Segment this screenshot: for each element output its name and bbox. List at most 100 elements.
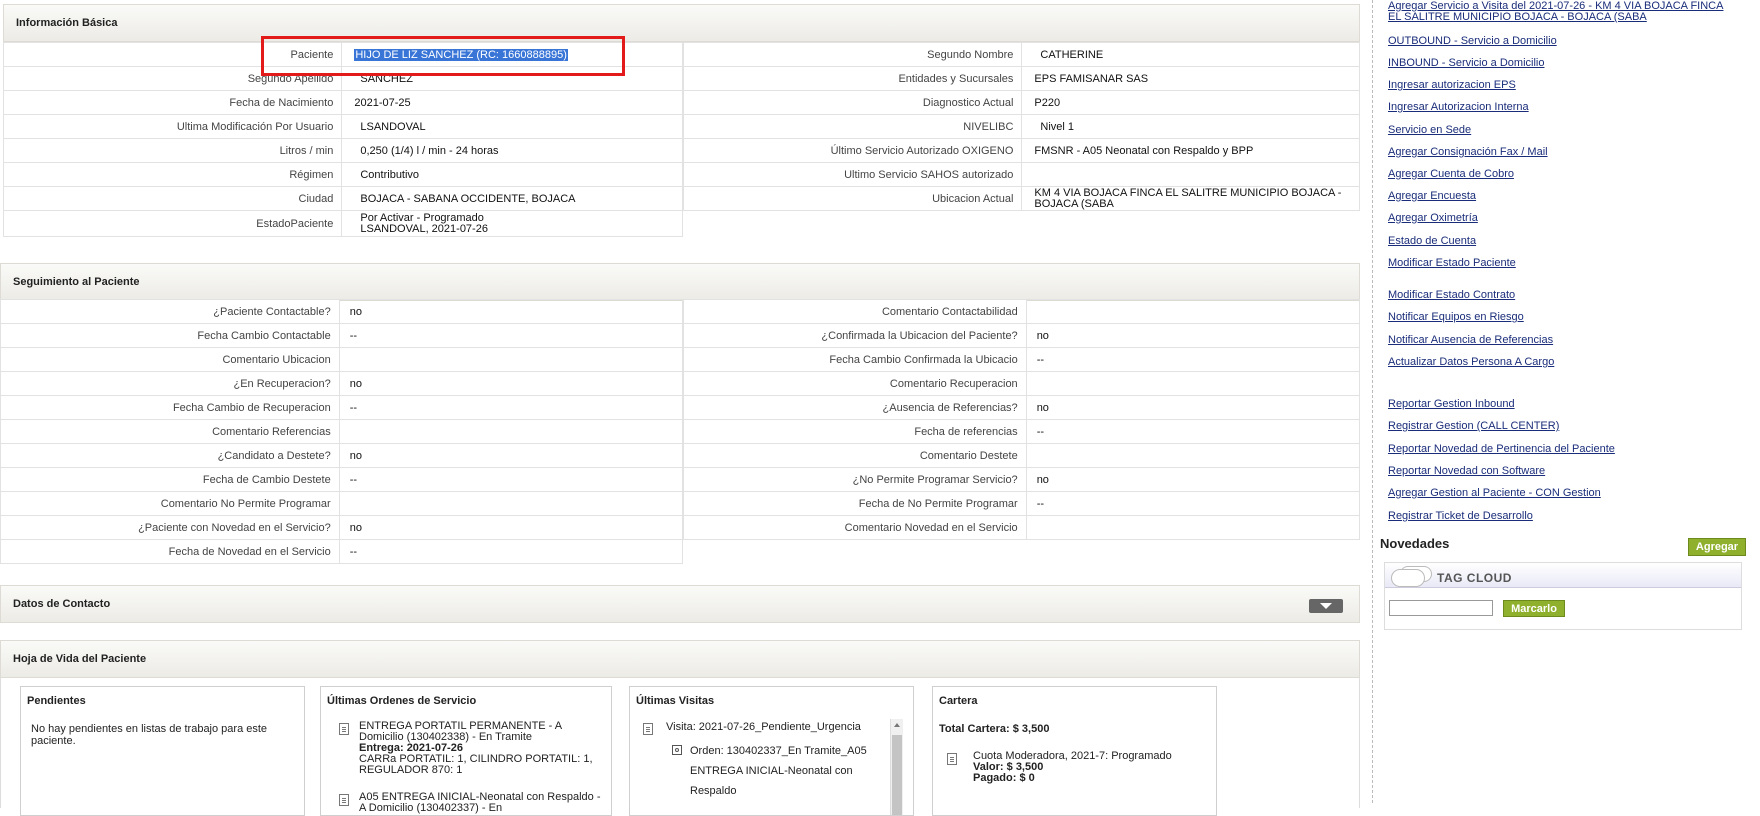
field-label: Fecha Cambio Contactable — [0, 323, 340, 348]
visit-order-text: Orden: 130402337_En Tramite_A05 ENTREGA … — [690, 745, 867, 797]
sidebar-link-inbound-report[interactable]: Reportar Gestion Inbound — [1388, 398, 1515, 410]
table-row: Comentario Novedad en el Servicio — [683, 515, 1361, 540]
pendientes-card: Pendientes No hay pendientes en listas d… — [20, 686, 305, 816]
sidebar-link-outbound[interactable]: OUTBOUND - Servicio a Domicilio — [1388, 35, 1557, 47]
novedades-title: Novedades — [1380, 536, 1450, 551]
field-value: no — [1025, 323, 1361, 348]
scroll-up-arrow[interactable] — [894, 723, 900, 727]
contact-header[interactable]: Datos de Contacto — [0, 585, 1360, 623]
visit-item[interactable]: Visita: 2021-07-26_Pendiente_Urgencia — [630, 707, 913, 735]
table-row: Diagnostico Actual P220 — [682, 90, 1360, 115]
field-value: -- — [1025, 419, 1361, 444]
field-value: -- — [338, 395, 684, 420]
chevron-down-icon — [1320, 603, 1332, 609]
sidebar-link-missing-references[interactable]: Notificar Ausencia de Referencias — [1388, 334, 1553, 346]
field-label: Diagnostico Actual — [682, 90, 1023, 115]
scroll-thumb[interactable] — [892, 735, 902, 815]
field-label: Comentario Novedad en el Servicio — [683, 515, 1027, 540]
card-title: Cartera — [939, 695, 978, 707]
sidebar-link-inbound[interactable]: INBOUND - Servicio a Domicilio — [1388, 57, 1544, 69]
table-row: ¿En Recuperacion? no — [0, 371, 684, 396]
sidebar-link-modify-patient-status[interactable]: Modificar Estado Paciente — [1388, 257, 1516, 269]
sidebar-link-dev-ticket[interactable]: Registrar Ticket de Desarrollo — [1388, 510, 1533, 522]
sidebar-link-add-management[interactable]: Agregar Gestion al Paciente - CON Gestio… — [1388, 487, 1601, 499]
agregar-novedad-button[interactable]: Agregar — [1688, 538, 1746, 556]
tag-input[interactable] — [1389, 600, 1493, 616]
order-item[interactable]: A05 ENTREGA INICIAL-Neonatal con Respald… — [321, 776, 611, 814]
followup-left-table: ¿Paciente Contactable? no Fecha Cambio Co… — [0, 299, 684, 564]
table-row: Ultima Modificación Por Usuario LSANDOVAL — [2, 114, 683, 139]
table-row: Fecha de Nacimiento 2021-07-25 — [2, 90, 683, 115]
table-row: ¿Paciente con Novedad en el Servicio? no — [0, 515, 684, 540]
table-row: ¿Candidato a Destete? no — [0, 443, 684, 468]
field-value: Nivel 1 — [1021, 114, 1360, 139]
document-icon — [947, 753, 957, 765]
visits-card: Últimas Visitas Visita: 2021-07-26_Pendi… — [629, 686, 914, 816]
field-label: Ultimo Servicio SAHOS autorizado — [682, 162, 1023, 187]
marcarlo-button[interactable]: Marcarlo — [1503, 600, 1565, 617]
card-title: Pendientes — [27, 695, 86, 707]
visit-order-item[interactable]: Orden: 130402337_En Tramite_A05 ENTREGA … — [630, 733, 913, 801]
table-row: Comentario Ubicacion — [0, 347, 684, 372]
pagado-label: Pagado: — [973, 772, 1017, 784]
sidebar-link-eps-auth[interactable]: Ingresar autorizacion EPS — [1388, 79, 1516, 91]
status-user-date: LSANDOVAL, 2021-07-26 — [360, 222, 488, 235]
visits-scrollbar[interactable] — [890, 719, 903, 815]
table-row: ¿Paciente Contactable? no — [0, 299, 684, 324]
field-value: -- — [338, 467, 684, 492]
sidebar-link-update-guardian[interactable]: Actualizar Datos Persona A Cargo — [1388, 356, 1554, 368]
table-row: Último Servicio Autorizado OXIGENO FMSNR … — [682, 138, 1360, 163]
sidebar-link-equipment-risk[interactable]: Notificar Equipos en Riesgo — [1388, 311, 1524, 323]
table-row: Ubicacion Actual KM 4 VIA BOJACA FINCA EL… — [682, 186, 1360, 211]
field-label: Segundo Nombre — [682, 42, 1023, 67]
field-value: 2021-07-25 — [341, 90, 683, 115]
field-label: ¿En Recuperacion? — [0, 371, 340, 396]
order-item[interactable]: ENTREGA PORTATIL PERMANENTE - A Domicili… — [321, 707, 611, 776]
field-label: Comentario Contactabilidad — [683, 299, 1027, 324]
field-value: -- — [338, 539, 684, 564]
field-value: -- — [1025, 491, 1361, 516]
table-row: Ultimo Servicio SAHOS autorizado — [682, 162, 1360, 187]
sidebar-link-billing-account[interactable]: Agregar Cuenta de Cobro — [1388, 168, 1514, 180]
sidebar-link-internal-auth[interactable]: Ingresar Autorizacion Interna — [1388, 101, 1529, 113]
resume-title: Hoja de Vida del Paciente — [13, 653, 147, 665]
field-label: Entidades y Sucursales — [682, 66, 1023, 91]
table-row: Fecha de Novedad en el Servicio -- — [0, 539, 684, 564]
sidebar-link-pertinence-report[interactable]: Reportar Novedad de Pertinencia del Paci… — [1388, 443, 1615, 455]
orders-card: Últimas Ordenes de Servicio ENTREGA PORT… — [320, 686, 612, 816]
sidebar-link-oximetry[interactable]: Agregar Oximetría — [1388, 212, 1478, 224]
sidebar-link-call-center[interactable]: Registrar Gestion (CALL CENTER) — [1388, 420, 1559, 432]
pagado-value: $ 0 — [1019, 772, 1035, 784]
field-label: Comentario Ubicacion — [0, 347, 340, 372]
sidebar-link-survey[interactable]: Agregar Encuesta — [1388, 190, 1476, 202]
field-value: no — [1025, 467, 1361, 492]
table-row: Segundo Nombre CATHERINE — [682, 42, 1360, 67]
field-label: Fecha de Cambio Destete — [0, 467, 340, 492]
cloud-icon — [1391, 569, 1425, 587]
field-value — [1025, 299, 1361, 324]
sidebar-link-consignment[interactable]: Agregar Consignación Fax / Mail — [1388, 146, 1548, 158]
field-label: Comentario Referencias — [0, 419, 340, 444]
field-label: Fecha Cambio Confirmada la Ubicacio — [683, 347, 1027, 372]
card-title: Últimas Visitas — [636, 695, 715, 707]
field-value — [1021, 162, 1360, 187]
field-value: P220 — [1021, 90, 1360, 115]
sidebar-link-account-status[interactable]: Estado de Cuenta — [1388, 235, 1476, 247]
sidebar-link-add-service-cont[interactable]: EL SALITRE MUNICIPIO BOJACA - BOJACA (SA… — [1388, 11, 1647, 23]
field-value: LSANDOVAL — [341, 114, 683, 139]
document-icon — [339, 794, 349, 806]
sidebar-link-service-site[interactable]: Servicio en Sede — [1388, 124, 1471, 136]
field-label: Ultima Modificación Por Usuario — [2, 114, 343, 139]
field-label: Ubicacion Actual — [682, 186, 1023, 211]
sidebar-link-software-report[interactable]: Reportar Novedad con Software — [1388, 465, 1545, 477]
table-row: Fecha de Cambio Destete -- — [0, 467, 684, 492]
sidebar-link-modify-contract-status[interactable]: Modificar Estado Contrato — [1388, 289, 1515, 301]
order-text: ENTREGA PORTATIL PERMANENTE - A Domicili… — [359, 720, 562, 743]
field-label: Fecha Cambio de Recuperacion — [0, 395, 340, 420]
expand-toggle-button[interactable] — [1309, 599, 1343, 613]
field-label: EstadoPaciente — [2, 210, 343, 237]
table-row: ¿Ausencia de Referencias? no — [683, 395, 1361, 420]
followup-right-table: Comentario Contactabilidad ¿Confirmada l… — [683, 299, 1361, 540]
table-row: Fecha Cambio de Recuperacion -- — [0, 395, 684, 420]
field-label: NIVELIBC — [682, 114, 1023, 139]
